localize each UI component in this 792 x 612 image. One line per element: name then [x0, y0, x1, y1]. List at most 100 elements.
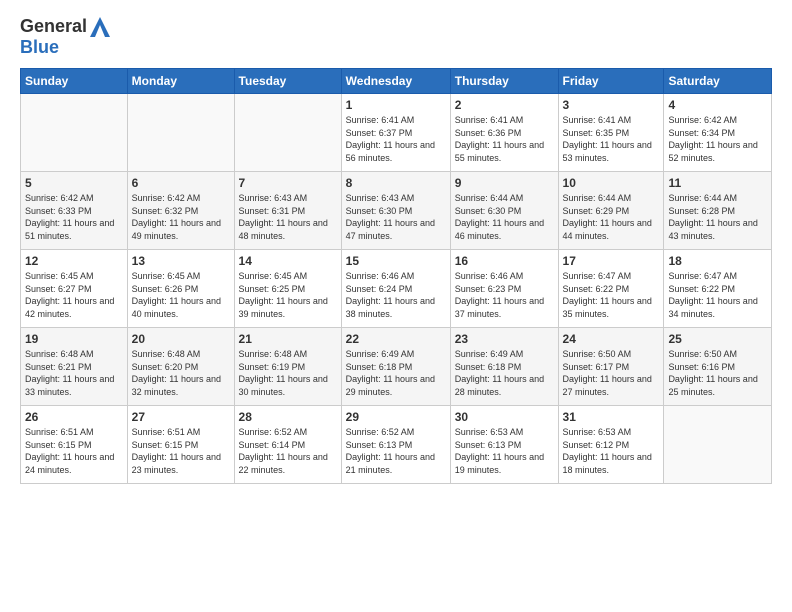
- calendar-cell: 18Sunrise: 6:47 AMSunset: 6:22 PMDayligh…: [664, 250, 772, 328]
- header-day: Tuesday: [234, 69, 341, 94]
- day-info: Sunrise: 6:43 AMSunset: 6:30 PMDaylight:…: [346, 192, 446, 242]
- day-info: Sunrise: 6:42 AMSunset: 6:32 PMDaylight:…: [132, 192, 230, 242]
- calendar-cell: 17Sunrise: 6:47 AMSunset: 6:22 PMDayligh…: [558, 250, 664, 328]
- calendar-cell: 2 Sunrise: 6:41 AMSunset: 6:36 PMDaylight…: [450, 94, 558, 172]
- day-info: Sunrise: 6:44 AMSunset: 6:28 PMDaylight:…: [668, 192, 767, 242]
- day-number: 30: [455, 410, 554, 424]
- day-number: 19: [25, 332, 123, 346]
- day-number: 10: [563, 176, 660, 190]
- day-info: Sunrise: 6:45 AMSunset: 6:27 PMDaylight:…: [25, 270, 123, 320]
- calendar-cell: [664, 406, 772, 484]
- calendar-cell: 24Sunrise: 6:50 AMSunset: 6:17 PMDayligh…: [558, 328, 664, 406]
- logo: General Blue: [20, 16, 110, 58]
- day-number: 12: [25, 254, 123, 268]
- day-number: 8: [346, 176, 446, 190]
- day-number: 16: [455, 254, 554, 268]
- calendar-cell: 12 Sunrise: 6:45 AMSunset: 6:27 PMDayligh…: [21, 250, 128, 328]
- day-number: 21: [239, 332, 337, 346]
- calendar-cell: 27 Sunrise: 6:51 AMSunset: 6:15 PMDayligh…: [127, 406, 234, 484]
- header-day: Wednesday: [341, 69, 450, 94]
- calendar-cell: 14Sunrise: 6:45 AMSunset: 6:25 PMDayligh…: [234, 250, 341, 328]
- calendar-cell: 21 Sunrise: 6:48 AMSunset: 6:19 PMDayligh…: [234, 328, 341, 406]
- calendar-table: SundayMondayTuesdayWednesdayThursdayFrid…: [20, 68, 772, 484]
- day-number: 15: [346, 254, 446, 268]
- calendar-cell: 16 Sunrise: 6:46 AMSunset: 6:23 PMDayligh…: [450, 250, 558, 328]
- header-day: Thursday: [450, 69, 558, 94]
- calendar-cell: [234, 94, 341, 172]
- day-number: 4: [668, 98, 767, 112]
- header-row: SundayMondayTuesdayWednesdayThursdayFrid…: [21, 69, 772, 94]
- day-info: Sunrise: 6:52 AMSunset: 6:14 PMDaylight:…: [239, 426, 337, 476]
- calendar-cell: 7 Sunrise: 6:43 AMSunset: 6:31 PMDaylight…: [234, 172, 341, 250]
- day-info: Sunrise: 6:48 AMSunset: 6:21 PMDaylight:…: [25, 348, 123, 398]
- calendar-cell: 22Sunrise: 6:49 AMSunset: 6:18 PMDayligh…: [341, 328, 450, 406]
- day-number: 7: [239, 176, 337, 190]
- day-info: Sunrise: 6:50 AMSunset: 6:16 PMDaylight:…: [668, 348, 767, 398]
- day-number: 14: [239, 254, 337, 268]
- header-day: Saturday: [664, 69, 772, 94]
- calendar-cell: 10 Sunrise: 6:44 AMSunset: 6:29 PMDayligh…: [558, 172, 664, 250]
- day-info: Sunrise: 6:49 AMSunset: 6:18 PMDaylight:…: [455, 348, 554, 398]
- header-day: Friday: [558, 69, 664, 94]
- calendar-cell: 9 Sunrise: 6:44 AMSunset: 6:30 PMDaylight…: [450, 172, 558, 250]
- calendar-cell: 5 Sunrise: 6:42 AMSunset: 6:33 PMDaylight…: [21, 172, 128, 250]
- day-info: Sunrise: 6:52 AMSunset: 6:13 PMDaylight:…: [346, 426, 446, 476]
- day-number: 6: [132, 176, 230, 190]
- calendar-cell: 3 Sunrise: 6:41 AMSunset: 6:35 PMDaylight…: [558, 94, 664, 172]
- calendar-cell: 30Sunrise: 6:53 AMSunset: 6:13 PMDayligh…: [450, 406, 558, 484]
- header-day: Sunday: [21, 69, 128, 94]
- day-info: Sunrise: 6:44 AMSunset: 6:30 PMDaylight:…: [455, 192, 554, 242]
- calendar-week: 5 Sunrise: 6:42 AMSunset: 6:33 PMDaylight…: [21, 172, 772, 250]
- day-number: 24: [563, 332, 660, 346]
- day-number: 13: [132, 254, 230, 268]
- logo-triangle-icon: [90, 17, 110, 37]
- header-day: Monday: [127, 69, 234, 94]
- day-info: Sunrise: 6:41 AMSunset: 6:35 PMDaylight:…: [563, 114, 660, 164]
- day-info: Sunrise: 6:51 AMSunset: 6:15 PMDaylight:…: [25, 426, 123, 476]
- calendar-page: General Blue SundayMondayTuesdayWednesda…: [0, 0, 792, 612]
- day-info: Sunrise: 6:43 AMSunset: 6:31 PMDaylight:…: [239, 192, 337, 242]
- day-number: 18: [668, 254, 767, 268]
- calendar-cell: 26Sunrise: 6:51 AMSunset: 6:15 PMDayligh…: [21, 406, 128, 484]
- day-info: Sunrise: 6:41 AMSunset: 6:36 PMDaylight:…: [455, 114, 554, 164]
- day-info: Sunrise: 6:51 AMSunset: 6:15 PMDaylight:…: [132, 426, 230, 476]
- calendar-cell: [21, 94, 128, 172]
- day-number: 5: [25, 176, 123, 190]
- day-number: 25: [668, 332, 767, 346]
- day-number: 31: [563, 410, 660, 424]
- day-info: Sunrise: 6:46 AMSunset: 6:24 PMDaylight:…: [346, 270, 446, 320]
- day-number: 20: [132, 332, 230, 346]
- day-number: 3: [563, 98, 660, 112]
- day-info: Sunrise: 6:45 AMSunset: 6:26 PMDaylight:…: [132, 270, 230, 320]
- calendar-week: 19 Sunrise: 6:48 AMSunset: 6:21 PMDayligh…: [21, 328, 772, 406]
- logo-blue: Blue: [20, 37, 59, 58]
- day-number: 2: [455, 98, 554, 112]
- calendar-cell: 20 Sunrise: 6:48 AMSunset: 6:20 PMDayligh…: [127, 328, 234, 406]
- logo-container: General Blue: [20, 16, 110, 58]
- calendar-week: 1Sunrise: 6:41 AMSunset: 6:37 PMDaylight…: [21, 94, 772, 172]
- calendar-cell: 1Sunrise: 6:41 AMSunset: 6:37 PMDaylight…: [341, 94, 450, 172]
- calendar-cell: [127, 94, 234, 172]
- day-info: Sunrise: 6:49 AMSunset: 6:18 PMDaylight:…: [346, 348, 446, 398]
- day-number: 29: [346, 410, 446, 424]
- calendar-week: 12 Sunrise: 6:45 AMSunset: 6:27 PMDayligh…: [21, 250, 772, 328]
- day-number: 27: [132, 410, 230, 424]
- day-number: 17: [563, 254, 660, 268]
- day-info: Sunrise: 6:48 AMSunset: 6:20 PMDaylight:…: [132, 348, 230, 398]
- calendar-cell: 11Sunrise: 6:44 AMSunset: 6:28 PMDayligh…: [664, 172, 772, 250]
- day-info: Sunrise: 6:46 AMSunset: 6:23 PMDaylight:…: [455, 270, 554, 320]
- day-info: Sunrise: 6:44 AMSunset: 6:29 PMDaylight:…: [563, 192, 660, 242]
- calendar-cell: 4Sunrise: 6:42 AMSunset: 6:34 PMDaylight…: [664, 94, 772, 172]
- day-number: 28: [239, 410, 337, 424]
- calendar-cell: 23Sunrise: 6:49 AMSunset: 6:18 PMDayligh…: [450, 328, 558, 406]
- calendar-cell: 31Sunrise: 6:53 AMSunset: 6:12 PMDayligh…: [558, 406, 664, 484]
- calendar-cell: 25 Sunrise: 6:50 AMSunset: 6:16 PMDayligh…: [664, 328, 772, 406]
- calendar-cell: 13 Sunrise: 6:45 AMSunset: 6:26 PMDayligh…: [127, 250, 234, 328]
- day-number: 9: [455, 176, 554, 190]
- calendar-cell: 19 Sunrise: 6:48 AMSunset: 6:21 PMDayligh…: [21, 328, 128, 406]
- day-number: 1: [346, 98, 446, 112]
- calendar-week: 26Sunrise: 6:51 AMSunset: 6:15 PMDayligh…: [21, 406, 772, 484]
- day-info: Sunrise: 6:42 AMSunset: 6:33 PMDaylight:…: [25, 192, 123, 242]
- day-info: Sunrise: 6:48 AMSunset: 6:19 PMDaylight:…: [239, 348, 337, 398]
- calendar-cell: 15 Sunrise: 6:46 AMSunset: 6:24 PMDayligh…: [341, 250, 450, 328]
